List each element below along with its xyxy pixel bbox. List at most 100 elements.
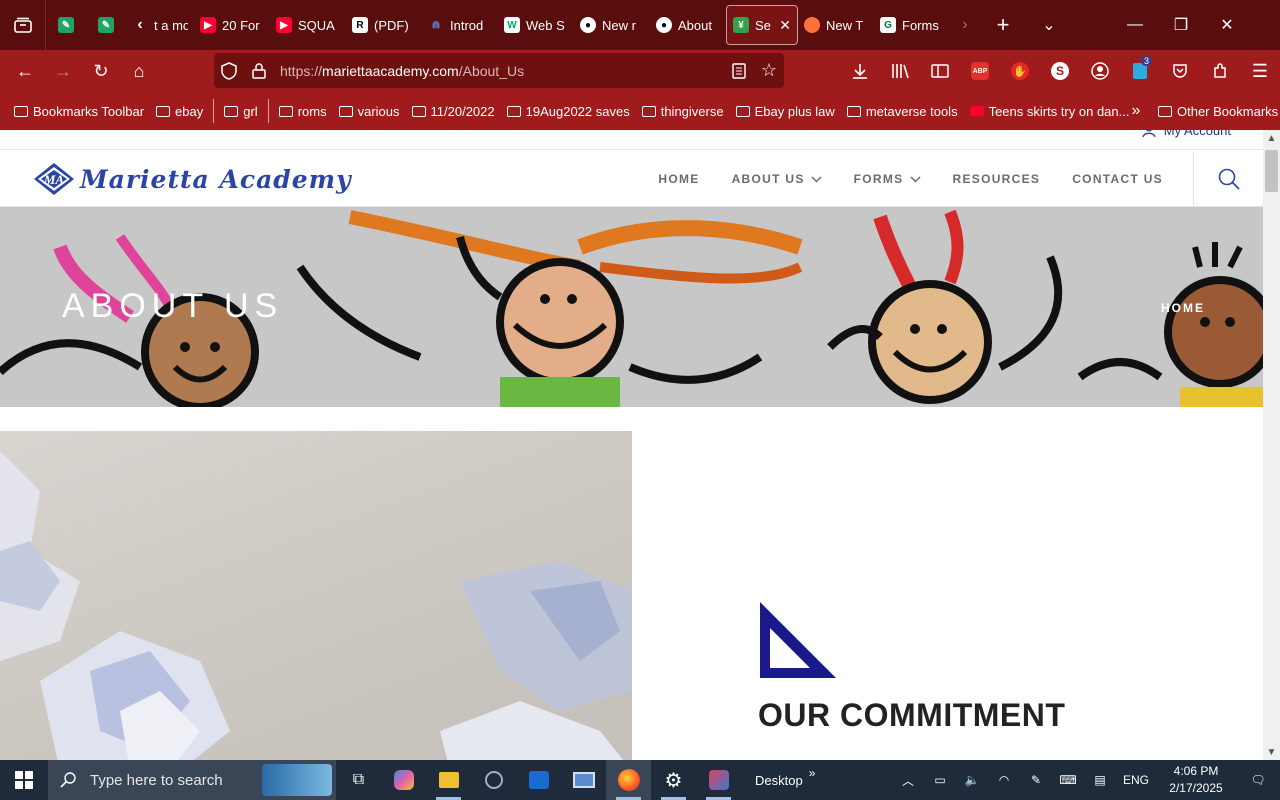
pen-icon[interactable]: ✎ (1020, 760, 1052, 800)
hand-stop-icon[interactable]: ✋ (1000, 50, 1040, 92)
wifi-icon[interactable]: ◠ (988, 760, 1020, 800)
close-window-button[interactable]: ✕ (1204, 0, 1250, 50)
home-button[interactable]: ⌂ (120, 53, 158, 89)
minimize-button[interactable]: — (1112, 0, 1158, 50)
tab-overflow-chevron-icon[interactable]: ⌄ (1026, 0, 1072, 50)
notifications-icon[interactable]: 🗨 (1236, 760, 1280, 800)
bookmarks-overflow-icon[interactable]: » (1122, 96, 1150, 126)
copilot-icon[interactable] (381, 760, 426, 800)
tab-12[interactable]: New T (798, 5, 874, 45)
file-explorer-icon[interactable] (426, 760, 471, 800)
youtube-icon: ▶ (276, 17, 292, 33)
sidebar-icon[interactable] (920, 50, 960, 92)
bookmark-star-icon[interactable]: ☆ (754, 53, 784, 88)
tab-13[interactable]: G Forms (874, 5, 950, 45)
bookmark-folder[interactable]: Bookmarks Toolbar (8, 96, 150, 126)
volume-icon[interactable]: 🔈 (956, 760, 988, 800)
url-bar[interactable]: https://mariettaacademy.com/About_Us ☆ (214, 53, 784, 88)
bookmark-link[interactable]: Teens skirts try on dan... (964, 96, 1136, 126)
library-icon[interactable] (880, 50, 920, 92)
bookmark-folder[interactable]: 11/20/2022 (406, 96, 501, 126)
site-search-button[interactable] (1193, 151, 1263, 207)
folder-icon (411, 105, 426, 117)
scroll-up-icon[interactable]: ▲ (1263, 130, 1280, 146)
bookmark-folder[interactable]: metaverse tools (841, 96, 964, 126)
bookmark-folder[interactable]: thingiverse (636, 96, 730, 126)
vpn-app-icon[interactable] (471, 760, 516, 800)
url-text[interactable]: https://mariettaacademy.com/About_Us (274, 63, 724, 79)
scroll-thumb[interactable] (1265, 150, 1278, 192)
my-account-link[interactable]: My Account (1142, 130, 1231, 138)
page-scrollbar[interactable]: ▲ ▼ (1263, 130, 1280, 760)
menu-resources[interactable]: RESOURCES (953, 172, 1041, 186)
extensions-puzzle-icon[interactable] (1200, 50, 1240, 92)
menu-forms[interactable]: FORMS (854, 172, 921, 186)
reload-button[interactable]: ↻ (82, 53, 120, 89)
show-hidden-icons-icon[interactable]: ︿ (892, 760, 924, 800)
tab-8[interactable]: W Web S (498, 5, 574, 45)
tablet-icon[interactable]: ▤ (1084, 760, 1116, 800)
lock-icon[interactable] (244, 53, 274, 88)
tab-4[interactable]: ▶ 20 For (194, 5, 270, 45)
breadcrumb-home[interactable]: HOME (1161, 301, 1205, 315)
settings-icon[interactable]: ⚙ (651, 760, 696, 800)
snipping-tool-icon[interactable] (696, 760, 741, 800)
back-button[interactable]: ← (6, 53, 44, 89)
taskbar-search[interactable]: Type here to search (48, 760, 336, 800)
start-button[interactable] (0, 760, 48, 800)
other-bookmarks[interactable]: Other Bookmarks (1152, 96, 1280, 126)
bookmark-folder[interactable]: grl (218, 96, 263, 126)
shield-icon[interactable] (214, 53, 244, 88)
language-indicator[interactable]: ENG (1116, 760, 1156, 800)
bookmark-folder[interactable]: ebay (150, 96, 209, 126)
close-tab-icon[interactable]: ✕ (779, 17, 791, 34)
tab-6[interactable]: R (PDF) (346, 5, 422, 45)
menu-home[interactable]: HOME (658, 172, 699, 186)
youtube-icon (969, 106, 984, 116)
scroll-down-icon[interactable]: ▼ (1263, 744, 1280, 760)
site-logo[interactable]: MA Marietta Academy (32, 161, 352, 197)
restore-button[interactable]: ❐ (1158, 0, 1204, 50)
pocket-icon[interactable] (1160, 50, 1200, 92)
hamburger-menu-icon[interactable]: ☰ (1240, 50, 1280, 92)
extension-notify-icon[interactable]: 3 (1120, 50, 1160, 92)
outlook-icon[interactable] (516, 760, 561, 800)
site-icon: ¥ (733, 17, 749, 33)
tab-scroll-right-icon[interactable]: › (950, 0, 980, 50)
tab-3[interactable]: ‹ t a mor (126, 5, 194, 45)
desktop-expand-icon[interactable]: » (809, 766, 816, 780)
s-extension-icon[interactable]: S (1040, 50, 1080, 92)
adblock-plus-icon[interactable]: ABP (960, 50, 1000, 92)
menu-label: RESOURCES (952, 172, 1041, 186)
task-view-icon[interactable]: ⧉ (336, 760, 381, 800)
bookmark-label: Other Bookmarks (1177, 103, 1279, 119)
clock[interactable]: 4:06 PM 2/17/2025 (1156, 763, 1236, 797)
folder-icon (846, 105, 861, 117)
tab-pinned-2[interactable]: ✎ (86, 5, 126, 45)
bookmarks-toolbar: Bookmarks Toolbar ebay grl roms various … (0, 92, 1280, 130)
bookmark-folder[interactable]: roms (273, 96, 333, 126)
keyboard-icon[interactable]: ⌨ (1052, 760, 1084, 800)
bookmark-folder[interactable]: 19Aug2022 saves (501, 96, 636, 126)
tab-9[interactable]: ● New r (574, 5, 650, 45)
downloads-icon[interactable] (840, 50, 880, 92)
menu-contact-us[interactable]: CONTACT US (1072, 172, 1163, 186)
new-tab-button[interactable]: + (980, 0, 1026, 50)
menu-about-us[interactable]: ABOUT US (732, 172, 822, 186)
remote-desktop-icon[interactable] (561, 760, 606, 800)
bookmark-folder[interactable]: Ebay plus law (730, 96, 841, 126)
account-icon[interactable] (1080, 50, 1120, 92)
firefox-taskbar-icon[interactable] (606, 760, 651, 800)
battery-icon[interactable]: ▭ (924, 760, 956, 800)
bookmark-folder[interactable]: various (333, 96, 406, 126)
tab-active[interactable]: ¥ Ser ✕ (726, 5, 798, 45)
tab-pinned-1[interactable]: ✎ (46, 5, 86, 45)
tab-7[interactable]: ⋒ Introd (422, 5, 498, 45)
forms-icon: G (880, 17, 896, 33)
tab-10[interactable]: ● About (650, 5, 726, 45)
tab-list-button[interactable] (0, 0, 46, 50)
tab-5[interactable]: ▶ SQUA (270, 5, 346, 45)
desktop-toolbar-label[interactable]: Desktop (755, 773, 803, 788)
forward-button[interactable]: → (44, 53, 82, 89)
reader-view-icon[interactable] (724, 53, 754, 88)
